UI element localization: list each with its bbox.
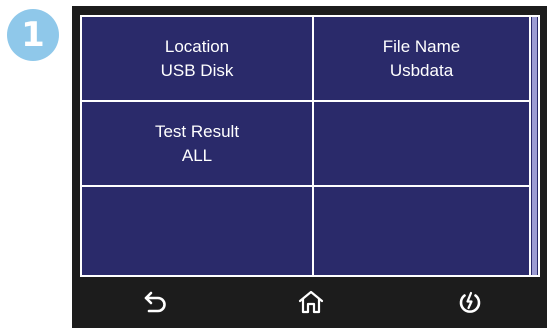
device-display: Location USB Disk File Name Usbdata Test… <box>72 6 547 328</box>
home-button[interactable] <box>294 287 328 317</box>
file-name-cell[interactable]: File Name Usbdata <box>314 17 529 100</box>
test-result-cell[interactable]: Test Result ALL <box>82 102 312 185</box>
file-name-label: File Name <box>382 36 461 56</box>
location-value: USB Disk <box>160 60 234 80</box>
back-button[interactable] <box>139 287 173 317</box>
power-button[interactable] <box>453 287 487 317</box>
back-arrow-icon <box>144 291 166 313</box>
empty-cell-right-middle <box>314 102 529 185</box>
bottom-nav-bar <box>72 277 547 328</box>
scrollbar-thumb[interactable] <box>532 17 537 275</box>
power-icon <box>459 291 481 313</box>
home-icon <box>298 290 324 314</box>
test-result-label: Test Result <box>154 121 240 141</box>
settings-grid: Location USB Disk File Name Usbdata Test… <box>80 15 540 277</box>
location-label: Location <box>164 36 230 56</box>
file-name-value: Usbdata <box>389 60 454 80</box>
test-result-value: ALL <box>181 145 213 165</box>
empty-cell-left-bottom <box>82 187 312 275</box>
scrollbar[interactable] <box>531 17 538 275</box>
location-cell[interactable]: Location USB Disk <box>82 17 312 100</box>
step-number-badge: 1 <box>7 9 59 61</box>
empty-cell-right-bottom <box>314 187 529 275</box>
